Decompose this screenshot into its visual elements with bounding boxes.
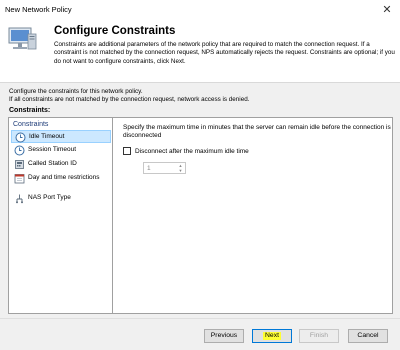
next-button-label: Next bbox=[263, 332, 281, 340]
next-button[interactable]: Next bbox=[252, 329, 292, 343]
list-item-session-timeout[interactable]: Session Timeout bbox=[11, 144, 111, 157]
wizard-header: Configure Constraints Constraints are ad… bbox=[0, 20, 400, 83]
intro-line-1: Configure the constraints for this netwo… bbox=[9, 88, 143, 95]
list-item-label: Idle Timeout bbox=[29, 133, 65, 140]
finish-button[interactable]: Finish bbox=[299, 329, 339, 343]
previous-button[interactable]: Previous bbox=[204, 329, 244, 343]
spinner-arrows-icon[interactable]: ▲ ▼ bbox=[177, 163, 184, 173]
title-bar: New Network Policy ✕ bbox=[0, 0, 400, 20]
list-item-nas-port-type[interactable]: NAS Port Type bbox=[11, 192, 111, 205]
list-item-called-station-id[interactable]: Called Station ID bbox=[11, 158, 111, 171]
new-network-policy-window: New Network Policy ✕ Configure Constrain… bbox=[0, 0, 400, 350]
list-item-label: Session Timeout bbox=[28, 146, 77, 153]
intro-line-2: If all constraints are not matched by th… bbox=[9, 95, 250, 103]
window-title: New Network Policy bbox=[5, 5, 72, 14]
phone-icon bbox=[14, 159, 25, 170]
computer-monitor-icon bbox=[6, 24, 40, 54]
list-item-label: Day and time restrictions bbox=[28, 174, 100, 181]
clock-icon bbox=[15, 132, 26, 143]
list-item-day-and-time[interactable]: Day and time restrictions bbox=[11, 172, 111, 190]
page-title: Configure Constraints bbox=[54, 25, 176, 37]
page-description: Constraints are additional parameters of… bbox=[54, 41, 395, 65]
constraints-list: Constraints Idle Timeout Session Timeout… bbox=[9, 118, 113, 313]
idle-timeout-description: Specify the maximum time in minutes that… bbox=[123, 124, 391, 139]
wizard-footer: Previous Next Finish Cancel bbox=[0, 318, 400, 350]
intro-text: Configure the constraints for this netwo… bbox=[9, 88, 393, 103]
idle-time-value: 1 bbox=[147, 165, 151, 172]
constraint-detail-pane: Specify the maximum time in minutes that… bbox=[119, 118, 391, 313]
clock-icon bbox=[14, 145, 25, 156]
constraints-label: Constraints: bbox=[9, 107, 51, 114]
network-port-icon bbox=[14, 193, 25, 204]
constraints-panel: Constraints Idle Timeout Session Timeout… bbox=[8, 117, 393, 314]
calendar-icon bbox=[14, 173, 25, 184]
disconnect-checkbox-row[interactable]: Disconnect after the maximum idle time bbox=[123, 147, 249, 155]
idle-time-spinner[interactable]: 1 ▲ ▼ bbox=[143, 162, 186, 174]
disconnect-checkbox-label[interactable]: Disconnect after the maximum idle time bbox=[135, 148, 249, 155]
constraints-group-label: Constraints bbox=[13, 121, 49, 128]
cancel-button[interactable]: Cancel bbox=[348, 329, 388, 343]
list-item-idle-timeout[interactable]: Idle Timeout bbox=[11, 130, 111, 143]
disconnect-checkbox[interactable] bbox=[123, 147, 131, 155]
close-icon[interactable]: ✕ bbox=[380, 3, 394, 17]
list-item-label: NAS Port Type bbox=[28, 194, 71, 201]
list-item-label: Called Station ID bbox=[28, 160, 77, 167]
